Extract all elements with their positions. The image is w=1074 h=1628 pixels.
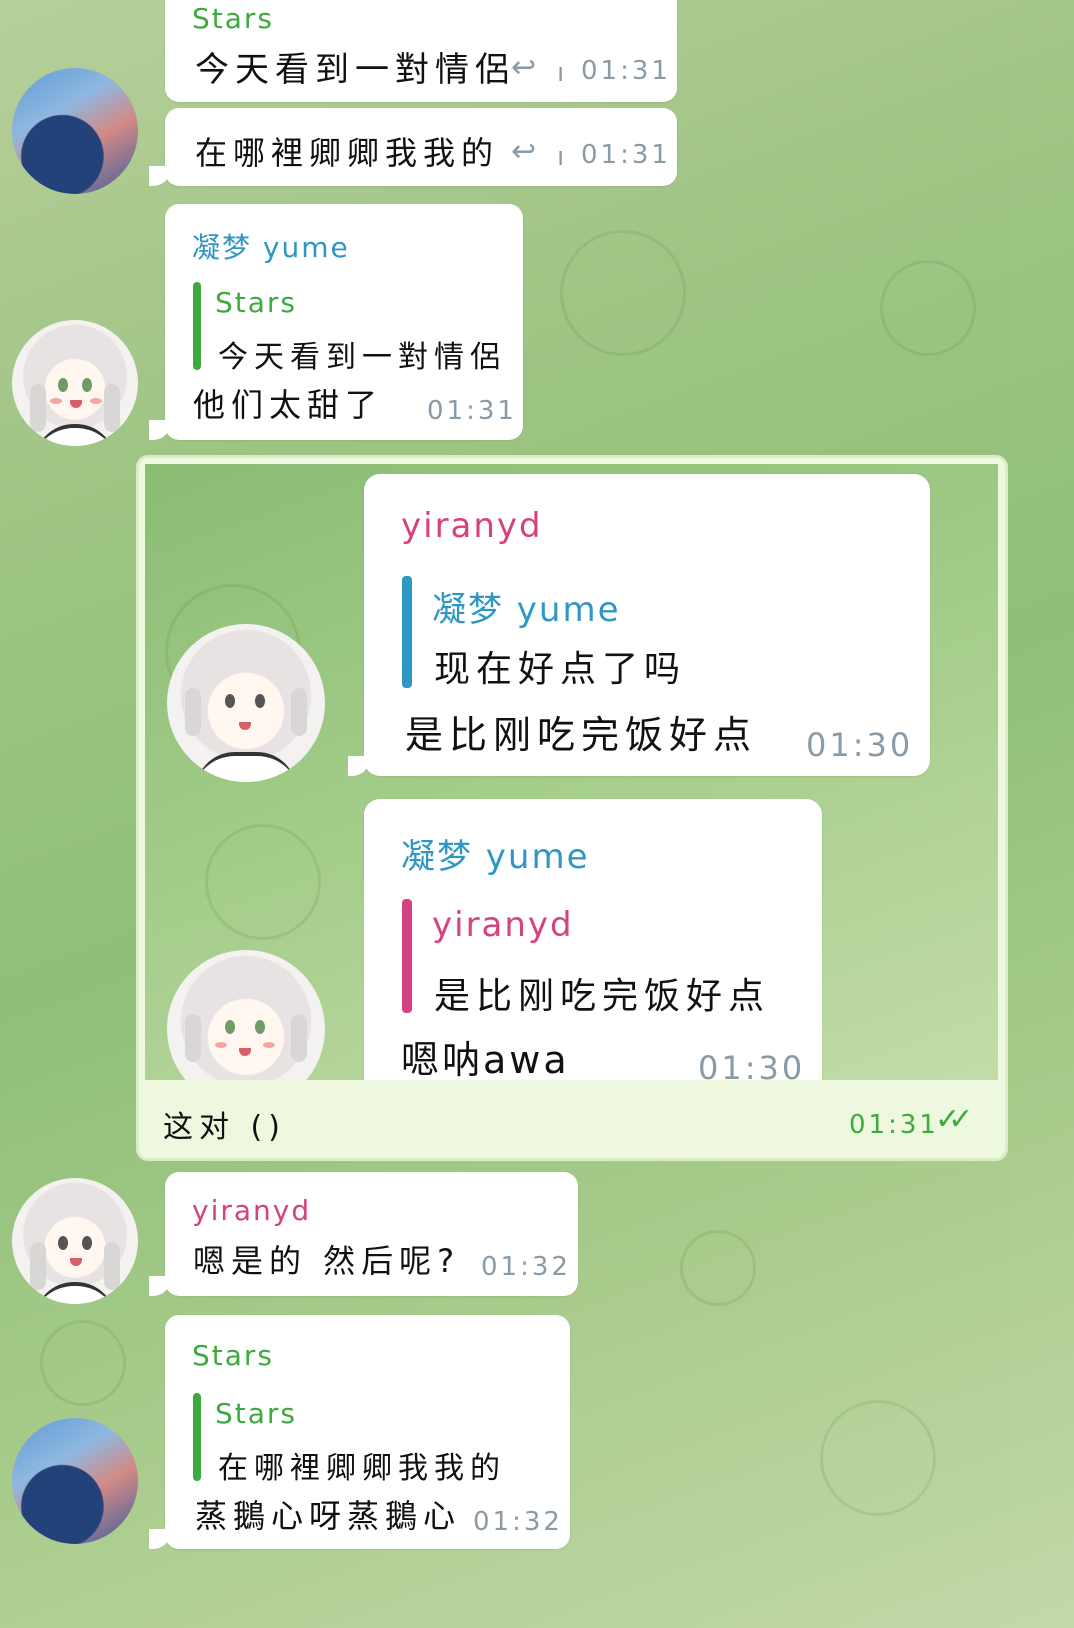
- avatar-shirt: [195, 752, 297, 782]
- avatar-shirt: [34, 1282, 116, 1304]
- caption-text: 这对 (): [163, 1110, 286, 1145]
- reply-text: 是比刚吃完饭好点: [434, 976, 771, 1017]
- avatar-blush: [215, 1042, 227, 1048]
- reply-text: 在哪裡卿卿我我的: [218, 1451, 506, 1486]
- message-time: 01:32: [473, 1507, 563, 1537]
- double-check-icon: ✓✓: [935, 1102, 973, 1137]
- message-text: 嗯是的 然后呢?: [193, 1242, 461, 1280]
- avatar-braid: [291, 688, 307, 736]
- avatar-mouth: [70, 400, 82, 408]
- avatar-eye: [225, 694, 235, 708]
- message-bubble[interactable]: Stars 今天看到一對情侶 ↩ ı 01:31: [165, 0, 677, 102]
- avatar-mouth: [239, 722, 251, 730]
- avatar-eye: [225, 1020, 235, 1034]
- message-time: 01:30: [698, 1049, 806, 1080]
- sender-name: Stars: [192, 2, 275, 35]
- sender-name: yiranyd: [401, 506, 543, 546]
- avatar-braid: [30, 384, 46, 432]
- message-divider: ı: [557, 142, 568, 172]
- message-time: 01:31: [581, 140, 671, 170]
- message-bubble[interactable]: Stars Stars 在哪裡卿卿我我的 蒸鵝心呀蒸鵝心 01:32: [149, 1315, 570, 1549]
- message-bubble[interactable]: 在哪裡卿卿我我的 ↩ ı 01:31: [149, 108, 677, 186]
- message-time: 01:31: [849, 1110, 939, 1140]
- avatar-braid: [291, 1014, 307, 1062]
- avatar-braid: [185, 688, 201, 736]
- reply-text: 今天看到一對情侶: [218, 340, 506, 375]
- message-text: 今天看到一對情侶: [195, 50, 515, 90]
- bg-doodle: [560, 230, 686, 356]
- reply-bar: [193, 282, 201, 370]
- avatar-eye: [82, 378, 92, 392]
- avatar-braid: [30, 1242, 46, 1290]
- reply-icon[interactable]: ↩: [511, 134, 536, 169]
- avatar-blush: [90, 398, 102, 404]
- sender-name: 凝梦 yume: [401, 837, 590, 877]
- avatar-mouth: [239, 1048, 251, 1056]
- avatar-eye: [255, 1020, 265, 1034]
- message-time: 01:32: [481, 1252, 571, 1282]
- avatar-yume: [167, 624, 325, 782]
- avatar-stars[interactable]: [12, 1418, 138, 1544]
- avatar-blush: [50, 398, 62, 404]
- avatar-braid: [104, 1242, 120, 1290]
- reply-text: 现在好点了吗: [434, 649, 687, 690]
- bg-doodle: [205, 824, 321, 940]
- message-divider: ı: [557, 58, 568, 88]
- reply-bar: [193, 1393, 201, 1481]
- avatar-mouth: [70, 1258, 82, 1266]
- avatar-stars[interactable]: [12, 68, 138, 194]
- message-time: 01:31: [581, 56, 671, 86]
- avatar-braid: [104, 384, 120, 432]
- avatar-eye: [58, 1236, 68, 1250]
- avatar-shirt: [34, 424, 116, 446]
- sender-name: yiranyd: [192, 1194, 312, 1227]
- avatar-braid: [185, 1014, 201, 1062]
- message-text: 蒸鵝心呀蒸鵝心: [195, 1497, 462, 1535]
- bg-doodle: [820, 1400, 936, 1516]
- bg-doodle: [880, 260, 976, 356]
- reply-sender: yiranyd: [432, 905, 574, 945]
- message-text: 在哪裡卿卿我我的: [195, 134, 500, 172]
- reply-icon[interactable]: ↩: [511, 50, 536, 85]
- avatar-yume[interactable]: [12, 320, 138, 446]
- message-text: 是比刚吃完饭好点: [405, 713, 758, 757]
- forwarded-image-message[interactable]: yiranyd 凝梦 yume 现在好点了吗 是比刚吃完饭好点 01:30 凝梦…: [136, 455, 1008, 1161]
- avatar-yume[interactable]: [12, 1178, 138, 1304]
- sender-name: 凝梦 yume: [192, 231, 350, 264]
- message-bubble[interactable]: 凝梦 yume Stars 今天看到一對情侶 他们太甜了 01:31: [149, 204, 523, 440]
- reply-sender: Stars: [215, 286, 298, 319]
- message-bubble: 凝梦 yume yiranyd 是比刚吃完饭好点 嗯呐awa 01:30: [364, 799, 822, 1080]
- message-bubble[interactable]: yiranyd 嗯是的 然后呢? 01:32: [149, 1172, 578, 1296]
- message-bubble: yiranyd 凝梦 yume 现在好点了吗 是比刚吃完饭好点 01:30: [348, 474, 930, 776]
- reply-bar: [402, 899, 412, 1013]
- avatar-yume: [167, 950, 325, 1080]
- avatar-eye: [255, 694, 265, 708]
- bg-doodle: [680, 1230, 756, 1306]
- message-time: 01:31: [427, 396, 517, 426]
- bg-doodle: [40, 1320, 126, 1406]
- screenshot-image[interactable]: yiranyd 凝梦 yume 现在好点了吗 是比刚吃完饭好点 01:30 凝梦…: [145, 464, 998, 1080]
- message-time: 01:30: [806, 726, 914, 764]
- avatar-eye: [58, 378, 68, 392]
- avatar-blush: [263, 1042, 275, 1048]
- reply-bar: [402, 576, 412, 688]
- message-text: 他们太甜了: [193, 386, 384, 424]
- reply-sender: Stars: [215, 1397, 298, 1430]
- sender-name: Stars: [192, 1339, 275, 1372]
- avatar-eye: [82, 1236, 92, 1250]
- reply-sender: 凝梦 yume: [432, 590, 621, 630]
- message-text: 嗯呐awa: [401, 1038, 570, 1080]
